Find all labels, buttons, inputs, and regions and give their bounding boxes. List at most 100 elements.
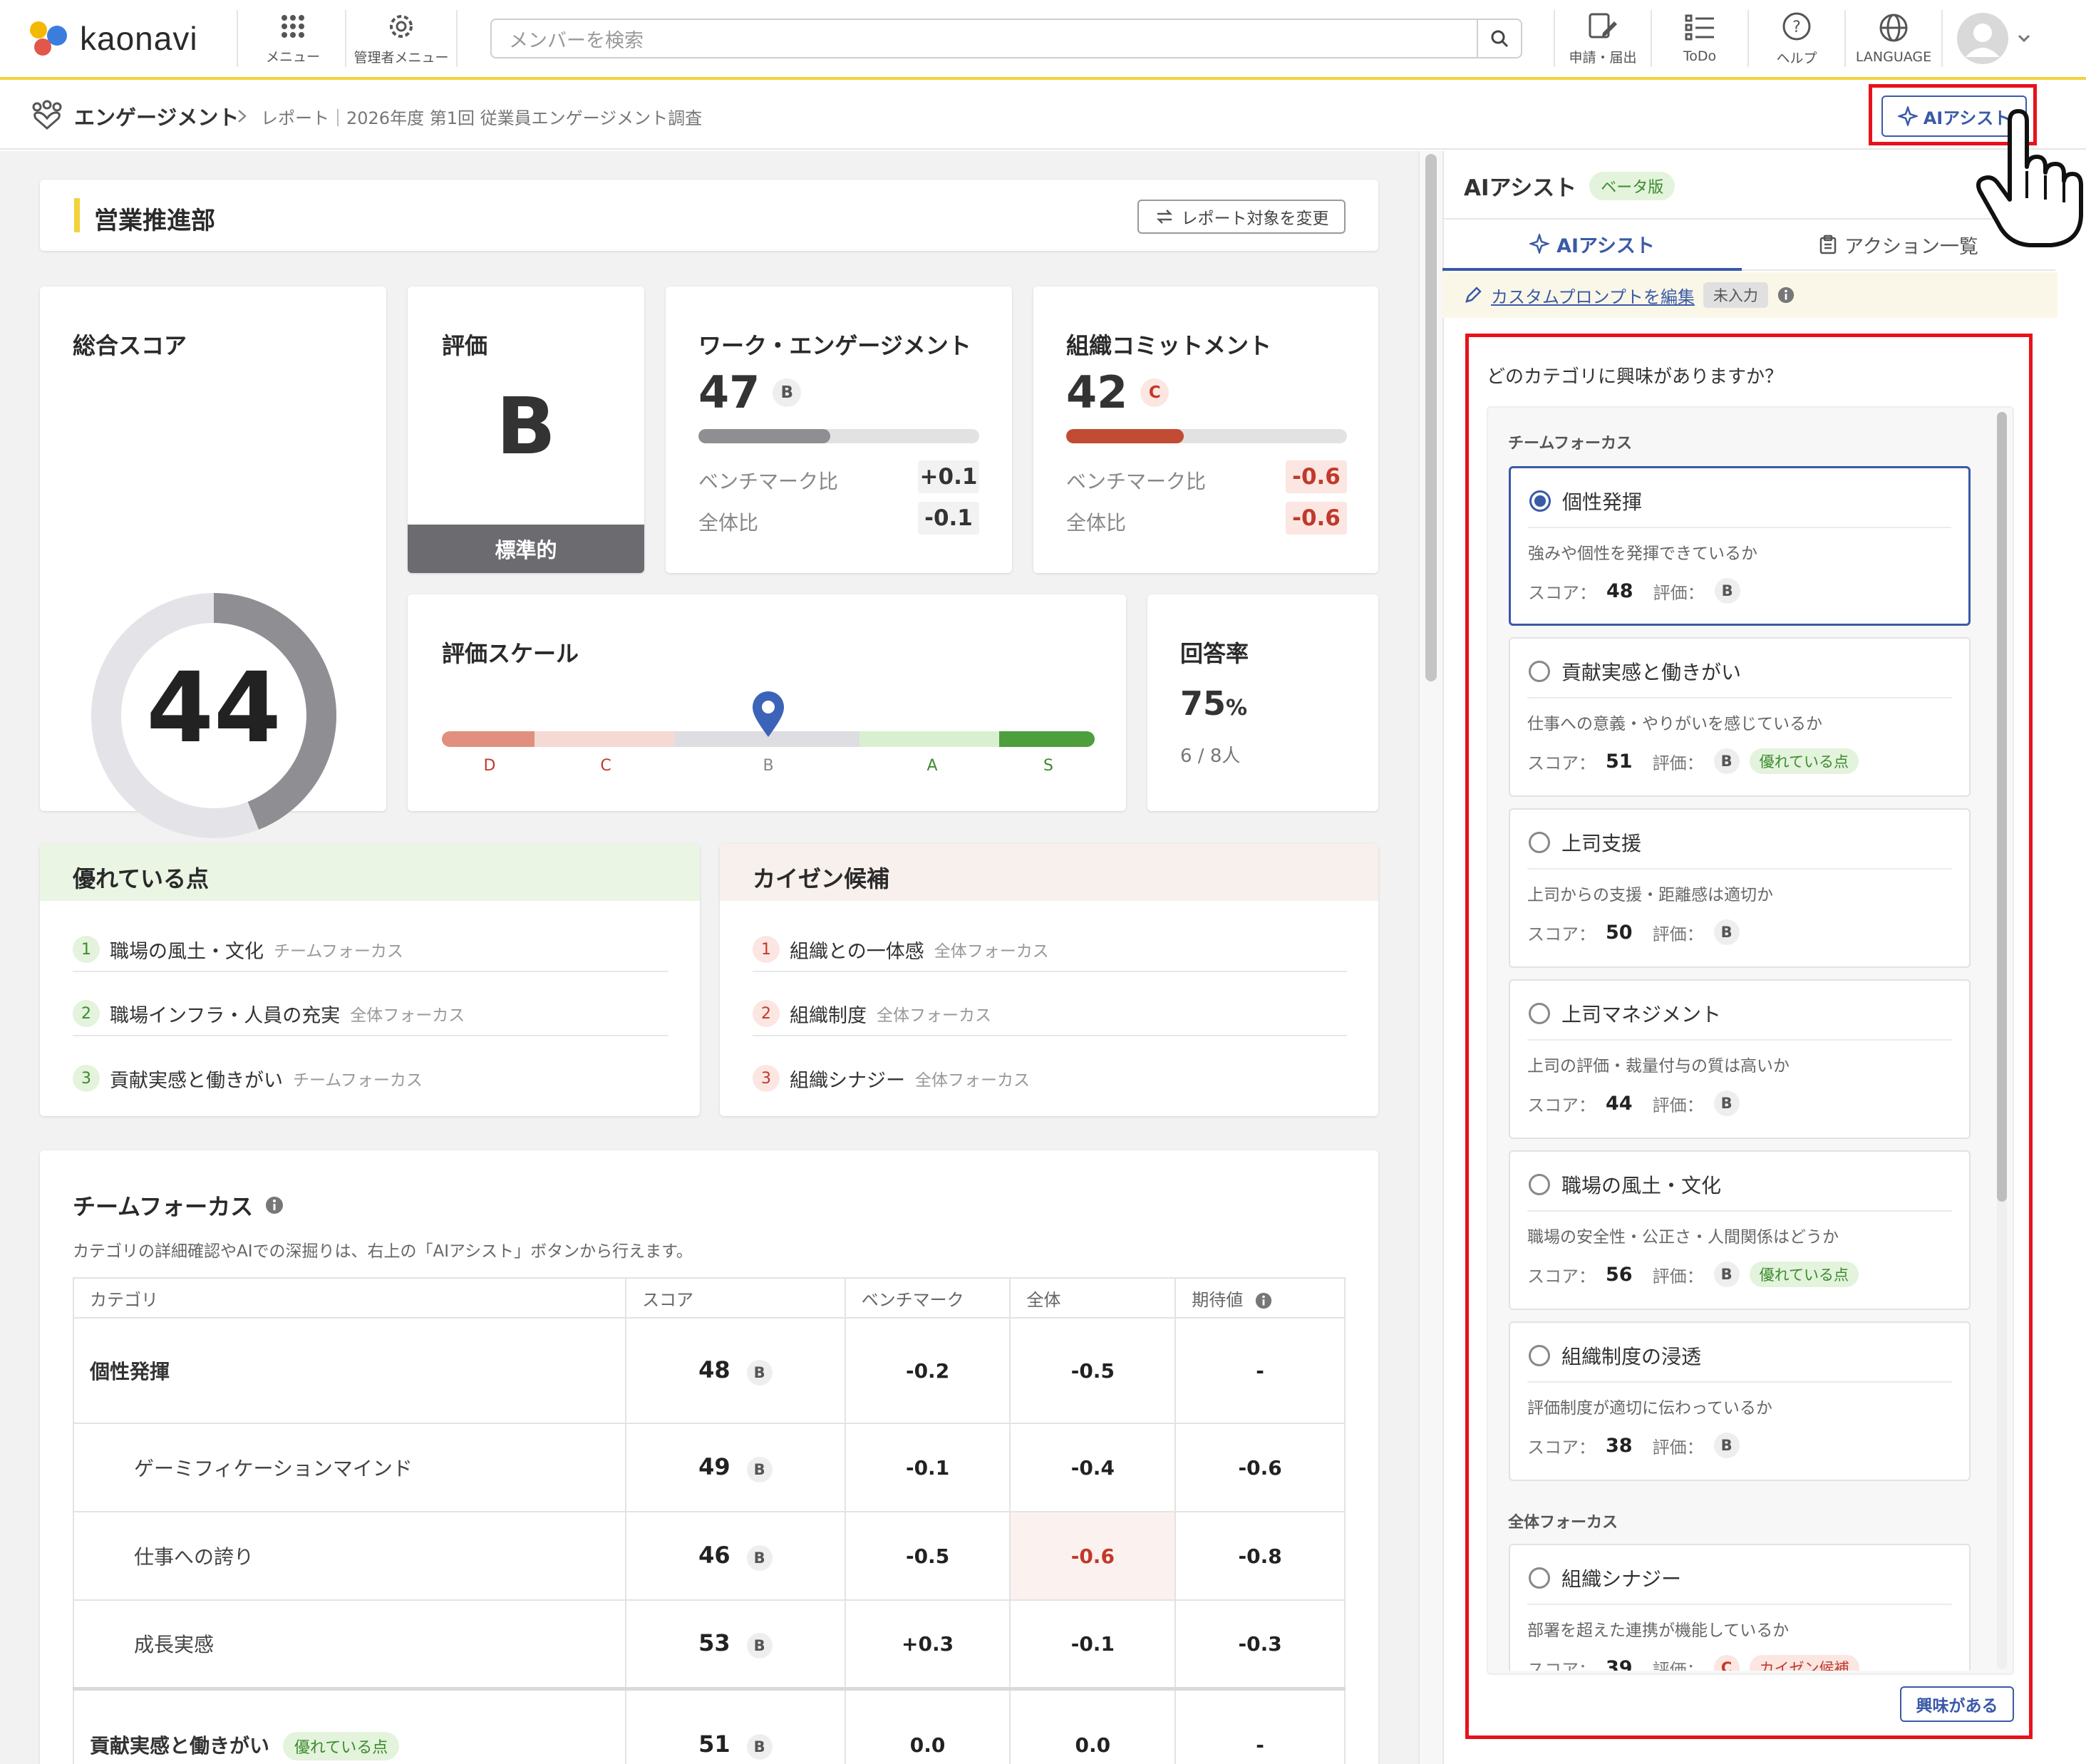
avatar bbox=[1957, 13, 2008, 64]
scale-label-s: S bbox=[1043, 757, 1053, 775]
column-header-expected: 期待値 bbox=[1174, 1277, 1346, 1319]
row-all: 0.0 bbox=[1009, 1688, 1177, 1764]
response-rate-label: 回答率 bbox=[1180, 640, 1249, 667]
info-icon[interactable] bbox=[1254, 1291, 1273, 1310]
row-bench: 0.0 bbox=[844, 1688, 1011, 1764]
kaizen-item[interactable]: 1 組織との一体感 全体フォーカス bbox=[753, 928, 1347, 972]
globe-icon bbox=[1879, 14, 1908, 42]
main-scrollbar-thumb[interactable] bbox=[1425, 154, 1437, 681]
rating-label: 評価 bbox=[442, 332, 488, 359]
row-category: 仕事への誇り bbox=[72, 1511, 627, 1601]
row-expected: -0.6 bbox=[1174, 1423, 1346, 1512]
custom-prompt-link[interactable]: カスタムプロンプトを編集 bbox=[1491, 283, 1695, 308]
change-target-button[interactable]: レポート対象を変更 bbox=[1137, 200, 1346, 234]
info-icon[interactable] bbox=[1777, 286, 1795, 304]
change-target-label: レポート対象を変更 bbox=[1181, 210, 1329, 228]
pencil-icon bbox=[1465, 287, 1482, 303]
kaizen-item[interactable]: 3 組織シナジー 全体フォーカス bbox=[753, 1056, 1347, 1100]
strength-badge: 優れている点 bbox=[282, 1731, 400, 1760]
strengths-title: 優れている点 bbox=[73, 865, 210, 892]
strength-tag: チームフォーカス bbox=[274, 942, 403, 961]
scale-segment-c bbox=[535, 731, 674, 747]
row-category: 個性発揮 bbox=[72, 1317, 627, 1424]
kaonavi-logo[interactable]: kaonavi bbox=[29, 17, 198, 60]
row-expected: -0.3 bbox=[1174, 1599, 1346, 1689]
kaizen-rank: 3 bbox=[753, 1065, 780, 1092]
team-focus-card: チームフォーカス カテゴリの詳細確認やAIでの深掘りは、右上の「AIアシスト」ボ… bbox=[40, 1150, 1378, 1764]
column-header-score: スコア bbox=[625, 1277, 846, 1319]
work-progress-track bbox=[698, 429, 979, 443]
work-grade-badge: B bbox=[773, 378, 802, 407]
total-score-donut: 44 bbox=[91, 593, 336, 838]
tab-ai-assist[interactable]: AIアシスト bbox=[1442, 220, 1742, 271]
menu-label: メニュー bbox=[265, 48, 320, 65]
strength-item[interactable]: 3 貢献実感と働きがい チームフォーカス bbox=[73, 1056, 668, 1100]
table-row[interactable]: 個性発揮 48 B -0.2 -0.5 - bbox=[72, 1317, 1346, 1424]
swap-icon bbox=[1156, 210, 1172, 224]
table-row[interactable]: 成長実感 53 B +0.3 -0.1 -0.3 bbox=[72, 1599, 1346, 1689]
rating-scale-label: 評価スケール bbox=[442, 640, 579, 667]
strength-rank: 1 bbox=[73, 936, 100, 963]
custom-prompt-bar: カスタムプロンプトを編集 未入力 bbox=[1442, 272, 2057, 318]
table-row[interactable]: 仕事への誇り 46 B -0.5 -0.6 -0.8 bbox=[72, 1511, 1346, 1601]
column-header-expected-label: 期待値 bbox=[1192, 1289, 1244, 1310]
row-score: 46 bbox=[698, 1541, 730, 1569]
kaizen-tag: 全体フォーカス bbox=[877, 1006, 991, 1025]
prompt-status-badge: 未入力 bbox=[1703, 282, 1768, 308]
kaizen-card: カイゼン候補 1 組織との一体感 全体フォーカス 2 組織制度 全体フォーカス … bbox=[720, 844, 1378, 1116]
todo-button[interactable]: ToDo bbox=[1653, 0, 1746, 77]
row-score: 51 bbox=[698, 1730, 730, 1758]
menu-button[interactable]: メニュー bbox=[239, 0, 346, 77]
strength-tag: 全体フォーカス bbox=[350, 1006, 465, 1025]
commit-all-value: -0.6 bbox=[1286, 502, 1347, 535]
info-icon[interactable] bbox=[264, 1195, 284, 1215]
row-all: -0.5 bbox=[1009, 1317, 1177, 1424]
strength-item[interactable]: 1 職場の風土・文化 チームフォーカス bbox=[73, 928, 668, 972]
kaizen-rank: 2 bbox=[753, 1000, 780, 1027]
location-pin-icon bbox=[753, 691, 784, 737]
row-grade-badge: B bbox=[746, 1733, 773, 1760]
breadcrumb: エンゲージメント レポート｜2026年度 第1回 従業員エンゲージメント調査 A… bbox=[0, 83, 2086, 150]
admin-menu-button[interactable]: 管理者メニュー bbox=[348, 0, 455, 77]
ai-panel-title: AIアシスト bbox=[1464, 175, 1577, 201]
beta-badge: ベータ版 bbox=[1589, 171, 1675, 200]
work-bench-value: +0.1 bbox=[918, 460, 979, 493]
commit-grade-badge: C bbox=[1140, 378, 1169, 407]
kaizen-item[interactable]: 2 組織制度 全体フォーカス bbox=[753, 992, 1347, 1036]
breadcrumb-section[interactable]: エンゲージメント bbox=[74, 101, 239, 131]
strength-name: 職場の風土・文化 bbox=[110, 940, 264, 963]
strength-rank: 3 bbox=[73, 1065, 100, 1092]
breadcrumb-path: レポート｜2026年度 第1回 従業員エンゲージメント調査 bbox=[261, 108, 703, 128]
main-scrollbar[interactable] bbox=[1418, 151, 1442, 1764]
kaizen-rank: 1 bbox=[753, 936, 780, 963]
table-row[interactable]: ゲーミフィケーションマインド 49 B -0.1 -0.4 -0.6 bbox=[72, 1423, 1346, 1512]
help-button[interactable]: ? ヘルプ bbox=[1750, 0, 1843, 77]
kaizen-tag: 全体フォーカス bbox=[915, 1071, 1030, 1090]
kaizen-name: 組織シナジー bbox=[790, 1069, 905, 1092]
main-content: 営業推進部 レポート対象を変更 総合スコア 44 評価 B 標準的 ワーク・エン… bbox=[0, 151, 1418, 1764]
row-all: -0.4 bbox=[1009, 1423, 1177, 1512]
scale-label-b: B bbox=[763, 757, 774, 775]
search-button[interactable] bbox=[1477, 20, 1521, 57]
commit-bench-label: ベンチマーク比 bbox=[1066, 470, 1207, 493]
apply-button[interactable]: 申請・届出 bbox=[1556, 0, 1649, 77]
gear-icon bbox=[390, 14, 413, 38]
scale-label-a: A bbox=[926, 757, 938, 775]
document-edit-icon bbox=[1589, 13, 1617, 38]
user-menu[interactable] bbox=[1957, 13, 2035, 64]
kaonavi-logo-icon bbox=[30, 21, 67, 56]
language-button[interactable]: LANGUAGE bbox=[1847, 0, 1940, 77]
search-input[interactable]: メンバーを検索 bbox=[490, 19, 1522, 58]
row-grade-badge: B bbox=[746, 1359, 773, 1386]
table-row[interactable]: 貢献実感と働きがい 優れている点 51 B 0.0 0.0 - bbox=[72, 1688, 1346, 1764]
chevron-right-icon bbox=[238, 110, 247, 123]
row-score-cell: 53 B bbox=[625, 1599, 846, 1689]
scale-label-c: C bbox=[600, 757, 611, 775]
row-bench: +0.3 bbox=[844, 1599, 1011, 1689]
strength-item[interactable]: 2 職場インフラ・人員の充実 全体フォーカス bbox=[73, 992, 668, 1036]
row-expected: - bbox=[1174, 1317, 1346, 1424]
response-count: 6 / 8人 bbox=[1180, 746, 1241, 767]
strength-name: 職場インフラ・人員の充実 bbox=[110, 1004, 341, 1027]
apply-label: 申請・届出 bbox=[1569, 49, 1637, 66]
row-score: 48 bbox=[698, 1356, 730, 1383]
